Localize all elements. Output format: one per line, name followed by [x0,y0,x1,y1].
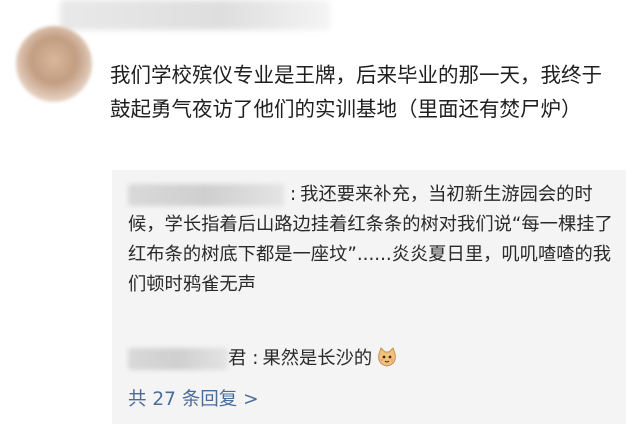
reply-username-fragment[interactable]: 君 [228,348,246,369]
reply-separator: : [252,348,259,369]
reply-text: 果然是长沙的 [262,348,373,369]
view-more-replies-link[interactable]: 共 27 条回复 > [128,386,259,414]
reply-separator: : [290,184,297,205]
reply-item: : 我还要来补充，当初新生游园会的时候，学长指着后山路边挂着红条条的树对我们说“每… [128,180,622,300]
blurred-reply-username[interactable] [128,184,284,206]
cat-emoji-icon [376,346,398,368]
blurred-reply-username[interactable] [128,348,228,370]
reply-item: 君: 果然是长沙的 [128,344,622,374]
comment-text: 我们学校殡仪专业是王牌，后来毕业的那一天，我终于鼓起勇气夜访了他们的实训基地（里… [110,63,602,121]
blurred-username [60,0,330,30]
user-avatar[interactable] [16,26,92,102]
